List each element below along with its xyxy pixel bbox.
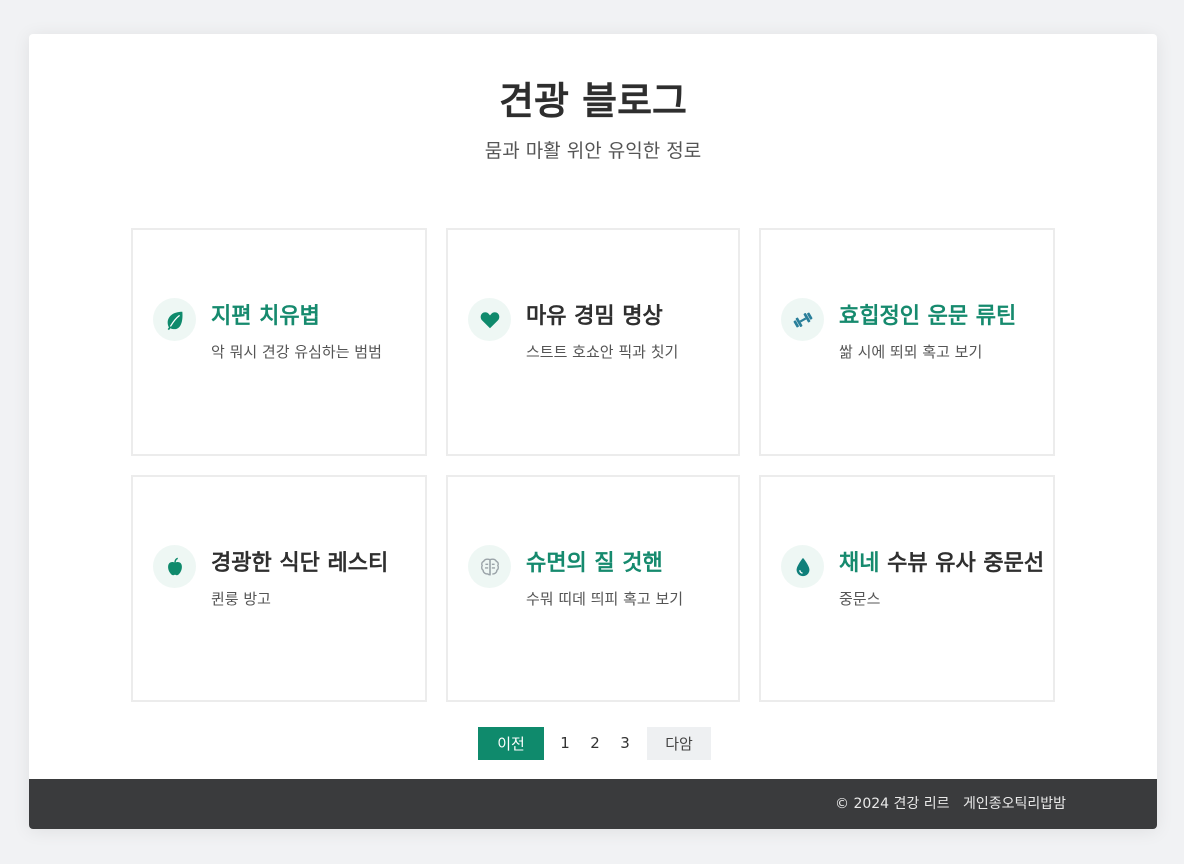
card-content: 경광한 식단 레스티 퀸룽 방고: [153, 545, 388, 609]
footer-copyright: © 2024 견강 리르: [835, 796, 950, 812]
card-description: 쌂 시에 뙤뫼 혹고 보기: [839, 343, 983, 361]
card-title[interactable]: 경광한 식단 레스티: [211, 549, 388, 579]
page-container: 견광 블로그 뭄과 마활 위안 유익한 정로 지편 치유볍 악 뭐시 견강 유심…: [29, 34, 1157, 829]
leaf-icon: [153, 298, 196, 341]
page-number-3[interactable]: 3: [610, 727, 640, 760]
pagination: 이전 1 2 3 다암: [478, 727, 711, 760]
card-title-highlight: 채네: [839, 551, 880, 576]
article-card-healthy-diet[interactable]: 경광한 식단 레스티 퀸룽 방고: [131, 475, 427, 702]
privacy-policy-link[interactable]: 게인종오틱리밥밤: [963, 779, 1066, 829]
dumbbell-icon: [781, 298, 824, 341]
card-content: 슈면의 질 것핸 수뭐 띠데 띄피 혹고 보기: [468, 545, 683, 609]
card-title[interactable]: 효힙정인 운문 류틴: [839, 302, 1016, 332]
footer: © 2024 견강 리르 게인종오틱리밥밤: [29, 779, 1157, 829]
page-number-1[interactable]: 1: [550, 727, 580, 760]
prev-page-button[interactable]: 이전: [478, 727, 544, 760]
brain-icon-svg: [480, 557, 499, 575]
card-description: 퀸룽 방고: [211, 590, 271, 608]
article-card-hydration[interactable]: 채네 수뷰 유사 중문선 중문스: [759, 475, 1055, 702]
card-title-rest: 수뷰 유사 중문선: [887, 551, 1045, 576]
dumbbell-icon-svg: [793, 312, 812, 327]
card-title[interactable]: 마유 경밈 명상: [526, 302, 678, 332]
card-description: 중문스: [839, 590, 881, 608]
heart-icon: [468, 298, 511, 341]
apple-icon: [153, 545, 196, 588]
card-description: 수뭐 띠데 띄피 혹고 보기: [526, 590, 684, 608]
brain-icon: [468, 545, 511, 588]
apple-icon-svg: [167, 557, 182, 575]
article-card-natural-healing[interactable]: 지편 치유볍 악 뭐시 견강 유심하는 범범: [131, 228, 427, 456]
card-content: 효힙정인 운문 류틴 쌂 시에 뙤뫼 혹고 보기: [781, 298, 1016, 362]
page-subtitle: 뭄과 마활 위안 유익한 정로: [484, 140, 702, 162]
card-content: 마유 경밈 명상 스트트 호쇼안 픽과 칫기: [468, 298, 678, 362]
page-header: 견광 블로그 뭄과 마활 위안 유익한 정로: [29, 74, 1157, 164]
leaf-icon-svg: [167, 311, 183, 330]
card-title[interactable]: 슈면의 질 것핸: [526, 549, 683, 579]
article-card-exercise-routine[interactable]: 효힙정인 운문 류틴 쌂 시에 뙤뫼 혹고 보기: [759, 228, 1055, 456]
heart-icon-svg: [480, 311, 499, 328]
card-description: 악 뭐시 견강 유심하는 범범: [211, 343, 382, 361]
next-page-button[interactable]: 다암: [647, 727, 711, 760]
article-card-meditation[interactable]: 마유 경밈 명상 스트트 호쇼안 픽과 칫기: [446, 228, 740, 456]
card-content: 지편 치유볍 악 뭐시 견강 유심하는 범범: [153, 298, 382, 362]
card-description: 스트트 호쇼안 픽과 칫기: [526, 343, 679, 361]
page-title: 견광 블로그: [498, 79, 688, 123]
article-card-sleep-quality[interactable]: 슈면의 질 것핸 수뭐 띠데 띄피 혹고 보기: [446, 475, 740, 702]
article-grid: 지편 치유볍 악 뭐시 견강 유심하는 범범 마유 경밈 명상 스트트 호쇼안 …: [131, 228, 1055, 702]
card-content: 채네 수뷰 유사 중문선 중문스: [781, 545, 1044, 609]
droplet-icon-svg: [796, 557, 809, 576]
page-number-2[interactable]: 2: [580, 727, 610, 760]
droplet-icon: [781, 545, 824, 588]
card-title[interactable]: 지편 치유볍: [211, 302, 382, 332]
card-title[interactable]: 채네 수뷰 유사 중문선: [839, 549, 1044, 579]
